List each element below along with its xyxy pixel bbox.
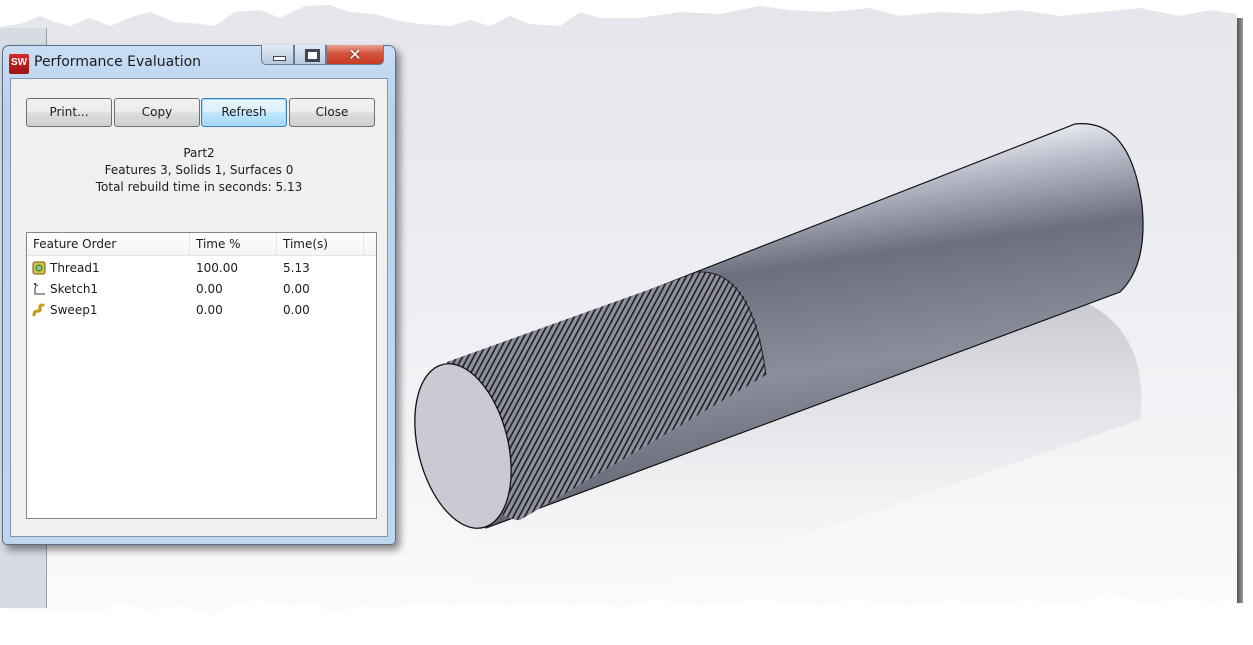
sweep-feature-icon xyxy=(32,303,45,317)
print-button[interactable]: Print... xyxy=(26,98,112,127)
time-pct: 0.00 xyxy=(196,282,223,296)
list-header: Feature Order Time % Time(s) xyxy=(27,233,376,256)
minimize-icon xyxy=(262,45,293,64)
dialog-client-area: Print... Copy Refresh Close Part2 Featur… xyxy=(10,78,388,537)
column-header-feature-order[interactable]: Feature Order xyxy=(27,233,190,255)
time-s: 5.13 xyxy=(283,261,310,275)
feature-counts: Features 3, Solids 1, Surfaces 0 xyxy=(104,163,294,177)
close-icon: ✕ xyxy=(348,45,362,64)
time-s: 0.00 xyxy=(283,282,310,296)
copy-button[interactable]: Copy xyxy=(114,98,200,127)
solidworks-app-icon: SW xyxy=(9,54,29,74)
column-header-time-s[interactable]: Time(s) xyxy=(277,233,364,255)
column-header-time-pct[interactable]: Time % xyxy=(190,233,277,255)
thread-feature-icon xyxy=(32,261,46,275)
title-bar[interactable]: SW Performance Evaluation ✕ xyxy=(3,45,395,78)
refresh-button[interactable]: Refresh xyxy=(201,98,287,127)
table-row[interactable]: Sweep1 0.00 0.00 xyxy=(27,300,376,321)
sketch-feature-icon xyxy=(34,283,45,295)
maximize-button[interactable] xyxy=(294,45,326,65)
feature-list[interactable]: Feature Order Time % Time(s) Thread1 100… xyxy=(26,232,377,519)
close-window-button[interactable]: ✕ xyxy=(326,45,384,65)
performance-evaluation-dialog: SW Performance Evaluation ✕ Print... Cop… xyxy=(2,45,396,545)
time-s: 0.00 xyxy=(283,303,310,317)
total-rebuild-time: Total rebuild time in seconds: 5.13 xyxy=(95,180,303,194)
part-name: Part2 xyxy=(183,146,215,160)
table-row[interactable]: Thread1 100.00 5.13 xyxy=(27,258,376,279)
summary-info: Part2 Features 3, Solids 1, Surfaces 0 T… xyxy=(11,145,387,196)
time-pct: 100.00 xyxy=(196,261,238,275)
table-row[interactable]: Sketch1 0.00 0.00 xyxy=(27,279,376,300)
feature-name: Thread1 xyxy=(50,261,100,275)
torn-edge-shadow xyxy=(1237,18,1243,603)
minimize-button[interactable] xyxy=(261,45,294,65)
window-title: Performance Evaluation xyxy=(34,54,202,70)
maximize-icon xyxy=(295,45,325,64)
close-button[interactable]: Close xyxy=(289,98,375,127)
feature-name: Sketch1 xyxy=(50,282,99,296)
time-pct: 0.00 xyxy=(196,303,223,317)
feature-name: Sweep1 xyxy=(50,303,98,317)
